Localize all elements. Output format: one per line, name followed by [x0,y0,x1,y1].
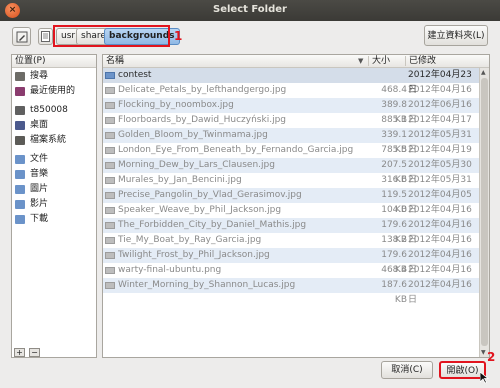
file-row[interactable]: Tie_My_Boat_by_Ray_Garcia.jpg138.2 KB201… [103,233,479,260]
create-folder-button[interactable]: 建立資料夾(L) [424,25,488,46]
cancel-button[interactable]: 取消(C) [381,361,433,379]
open-button[interactable]: 開啟(O) [439,361,486,379]
location-toggle-button[interactable] [12,27,31,46]
add-bookmark-button[interactable]: + [14,348,25,357]
page-icon [41,31,50,42]
file-row[interactable]: Delicate_Petals_by_lefthandgergo.jpg 468.… [103,83,479,110]
image-file-icon [105,282,115,289]
image-file-icon [105,162,115,169]
place-music[interactable]: 音樂 [12,168,96,181]
column-name[interactable]: 名稱 [106,55,124,67]
file-row[interactable]: Golden_Bloom_by_Twinmama.jpg 339.1 KB 2012… [103,128,479,155]
place-documents[interactable]: 文件 [12,153,96,166]
image-file-icon [105,102,115,109]
folder-icon [15,155,25,164]
home-icon [15,106,25,115]
dialog-title: Select Folder [213,4,287,15]
file-row[interactable]: warty-final-ubuntu.png468.4 KB2012年04月16… [103,263,479,290]
annotation-1: 1 [174,29,183,43]
scroll-up-arrow-icon[interactable]: ▲ [481,69,486,76]
file-list: 名稱 ▼ 大小 已修改 contest 2012年04月23日 Delicate_… [102,54,490,358]
file-row[interactable]: contest 2012年04月23日 [103,68,479,95]
places-sidebar: 位置(P) 搜尋 最近使用的 t850008 桌面 檔案系統 文件 音樂 圖片 … [11,54,97,358]
place-pictures[interactable]: 圖片 [12,183,96,196]
folder-icon [15,200,25,209]
folder-icon [15,185,25,194]
image-file-icon [105,252,115,259]
column-modified[interactable]: 已修改 [409,55,436,67]
file-list-scrollbar[interactable]: ▲ ▼ [479,68,489,357]
image-file-icon [105,87,115,94]
image-file-icon [105,132,115,139]
image-file-icon [105,192,115,199]
scrollbar-thumb[interactable] [481,78,488,346]
place-filesystem[interactable]: 檔案系統 [12,134,96,147]
file-row[interactable]: Speaker_Weave_by_Phil_Jackson.jpg104.0 K… [103,203,479,230]
remove-bookmark-button[interactable]: − [29,348,40,357]
file-row[interactable]: London_Eye_From_Beneath_by_Fernando_Garc… [103,143,479,170]
place-downloads[interactable]: 下載 [12,213,96,226]
search-icon [15,72,25,81]
breadcrumb-back-button[interactable] [38,28,53,45]
place-videos[interactable]: 影片 [12,198,96,211]
image-file-icon [105,267,115,274]
annotation-2: 2 [487,350,496,364]
places-header[interactable]: 位置(P) [12,55,96,68]
file-row[interactable]: Floorboards_by_Dawid_Huczyński.jpg 885.1 … [103,113,479,140]
place-home[interactable]: t850008 [12,104,96,117]
file-list-header: 名稱 ▼ 大小 已修改 [103,55,489,68]
recent-icon [15,87,25,96]
image-file-icon [105,147,115,154]
title-bar: × Select Folder [0,0,500,21]
place-desktop[interactable]: 桌面 [12,119,96,132]
file-row[interactable]: Winter_Morning_by_Shannon_Lucas.jpg 187.6… [103,278,479,305]
desktop-icon [15,121,25,130]
image-file-icon [105,222,115,229]
filesystem-icon [15,136,25,145]
image-file-icon [105,177,115,184]
place-recent[interactable]: 最近使用的 [12,85,96,98]
folder-icon [105,72,115,79]
file-row[interactable]: The_Forbidden_City_by_Daniel_Mathis.jpg 1… [103,218,479,245]
folder-icon [15,170,25,179]
mouse-cursor-icon [480,372,489,384]
column-size[interactable]: 大小 [372,55,390,67]
breadcrumb-highlight-box [53,25,170,47]
file-row[interactable]: Flocking_by_noombox.jpg 389.8 KB 2012年06月1… [103,98,479,125]
image-file-icon [105,237,115,244]
select-folder-dialog: × Select Folder usr share backgrounds 1 … [0,0,500,388]
sort-indicator-icon: ▼ [358,57,364,65]
file-row[interactable]: Precise_Pangolin_by_Vlad_Gerasimov.jpg 11… [103,188,479,215]
scroll-down-arrow-icon[interactable]: ▼ [481,349,486,356]
file-row[interactable]: Murales_by_Jan_Bencini.jpg316.6 KB2012年0… [103,173,479,200]
image-file-icon [105,207,115,214]
file-row[interactable]: Twilight_Frost_by_Phil_Jackson.jpg 179.6 … [103,248,479,275]
place-search[interactable]: 搜尋 [12,70,96,83]
image-file-icon [105,117,115,124]
folder-icon [15,215,25,224]
file-row[interactable]: Morning_Dew_by_Lars_Clausen.jpg 207.5 KB 2… [103,158,479,185]
pencil-icon [16,31,27,43]
